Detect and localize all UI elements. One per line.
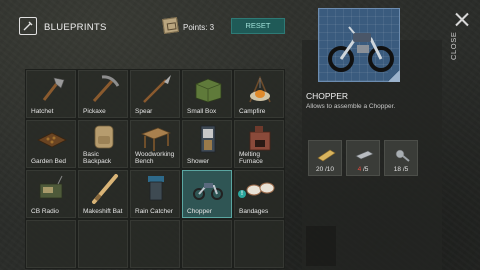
backpack-icon — [94, 125, 114, 149]
blueprint-label: Hatchet — [31, 108, 54, 115]
blueprint-rain-catcher[interactable]: Rain Catcher — [129, 169, 181, 219]
blueprint-hatchet[interactable]: Hatchet — [25, 69, 77, 119]
page-title: BLUEPRINTS — [44, 22, 107, 33]
detail-title: CHOPPER — [306, 91, 349, 101]
bandages-icon — [246, 182, 275, 196]
blueprint-basic-backpack[interactable]: Basic Backpack — [77, 119, 129, 169]
resource-slot[interactable]: 4 /5 — [346, 140, 380, 176]
blueprint-label: Shower — [187, 158, 210, 165]
blueprint-label: Garden Bed — [31, 158, 67, 165]
small-box-icon — [195, 78, 222, 103]
resource-slot[interactable]: 20 /10 — [308, 140, 342, 176]
new-alert-badge: ! — [238, 190, 246, 198]
blueprint-slot-empty[interactable] — [25, 219, 77, 269]
blueprint-chopper[interactable]: Chopper — [181, 169, 233, 219]
metal-bar-icon — [355, 150, 374, 160]
chopper-icon — [328, 26, 394, 72]
blueprint-grid: Hatchet Pickaxe Spear Small Box Campfire — [25, 69, 286, 269]
blueprint-woodworking-bench[interactable]: Woodworking Bench — [129, 119, 181, 169]
blueprint-label: Basic Backpack — [83, 151, 112, 165]
blueprint-small-box[interactable]: Small Box — [181, 69, 233, 119]
hatchet-icon — [42, 77, 65, 101]
spear-icon — [143, 75, 171, 103]
nuts-bolts-icon — [395, 149, 410, 162]
blueprint-label: Pickaxe — [83, 108, 106, 115]
blueprint-label: Chopper — [187, 208, 212, 215]
blueprint-slot-empty[interactable] — [181, 219, 233, 269]
blueprint-label: Melting Furnace — [239, 151, 263, 165]
garden-bed-icon — [37, 132, 67, 148]
blueprint-label: Rain Catcher — [135, 208, 173, 215]
points-icon — [162, 17, 179, 34]
bat-icon — [92, 174, 118, 204]
shower-icon — [200, 125, 216, 153]
blueprint-cb-radio[interactable]: CB Radio — [25, 169, 77, 219]
resource-need: /5 — [363, 166, 369, 173]
blueprint-label: Makeshift Bat — [83, 208, 123, 215]
close-icon[interactable] — [453, 11, 471, 29]
blueprint-garden-bed[interactable]: Garden Bed — [25, 119, 77, 169]
blueprint-pickaxe[interactable]: Pickaxe — [77, 69, 129, 119]
campfire-icon — [249, 75, 271, 103]
blueprint-label: Woodworking Bench — [135, 151, 175, 165]
blueprint-label: Campfire — [239, 108, 266, 115]
woodworking-bench-icon — [141, 127, 171, 151]
resource-have: 20 — [315, 166, 324, 173]
blueprint-shower[interactable]: Shower — [181, 119, 233, 169]
blueprint-label: Small Box — [187, 108, 217, 115]
blueprint-melting-furnace[interactable]: Melting Furnace — [233, 119, 285, 169]
blueprint-spear[interactable]: Spear — [129, 69, 181, 119]
chopper-icon — [193, 183, 223, 200]
blueprint-slot-empty[interactable] — [233, 219, 285, 269]
close-button[interactable]: CLOSE — [449, 32, 458, 60]
blueprint-slot-empty[interactable] — [77, 219, 129, 269]
decorative-shadow — [306, 226, 336, 266]
detail-description: Allows to assemble a Chopper. — [306, 103, 396, 110]
furnace-icon — [249, 126, 271, 151]
pickaxe-icon — [92, 75, 120, 103]
chopper-preview-image — [318, 8, 400, 82]
reset-button[interactable]: RESET — [231, 18, 285, 34]
blueprint-slot-empty[interactable] — [129, 219, 181, 269]
resource-need: /10 — [325, 166, 335, 173]
resource-have: 18 — [393, 166, 401, 173]
points-counter: Points: 3 — [183, 23, 215, 32]
blueprint-icon — [19, 17, 37, 35]
blueprint-makeshift-bat[interactable]: Makeshift Bat — [77, 169, 129, 219]
blueprint-label: Spear — [135, 108, 153, 115]
wood-plank-icon — [317, 149, 336, 162]
blueprint-campfire[interactable]: Campfire — [233, 69, 285, 119]
blueprint-label: CB Radio — [31, 208, 59, 215]
blueprint-label: Bandages — [239, 208, 269, 215]
resource-have: 4 — [357, 166, 362, 173]
resource-slot[interactable]: 18 /5 — [384, 140, 418, 176]
rain-catcher-icon — [148, 176, 164, 201]
resource-need: /5 — [402, 166, 409, 173]
radio-icon — [39, 175, 63, 199]
